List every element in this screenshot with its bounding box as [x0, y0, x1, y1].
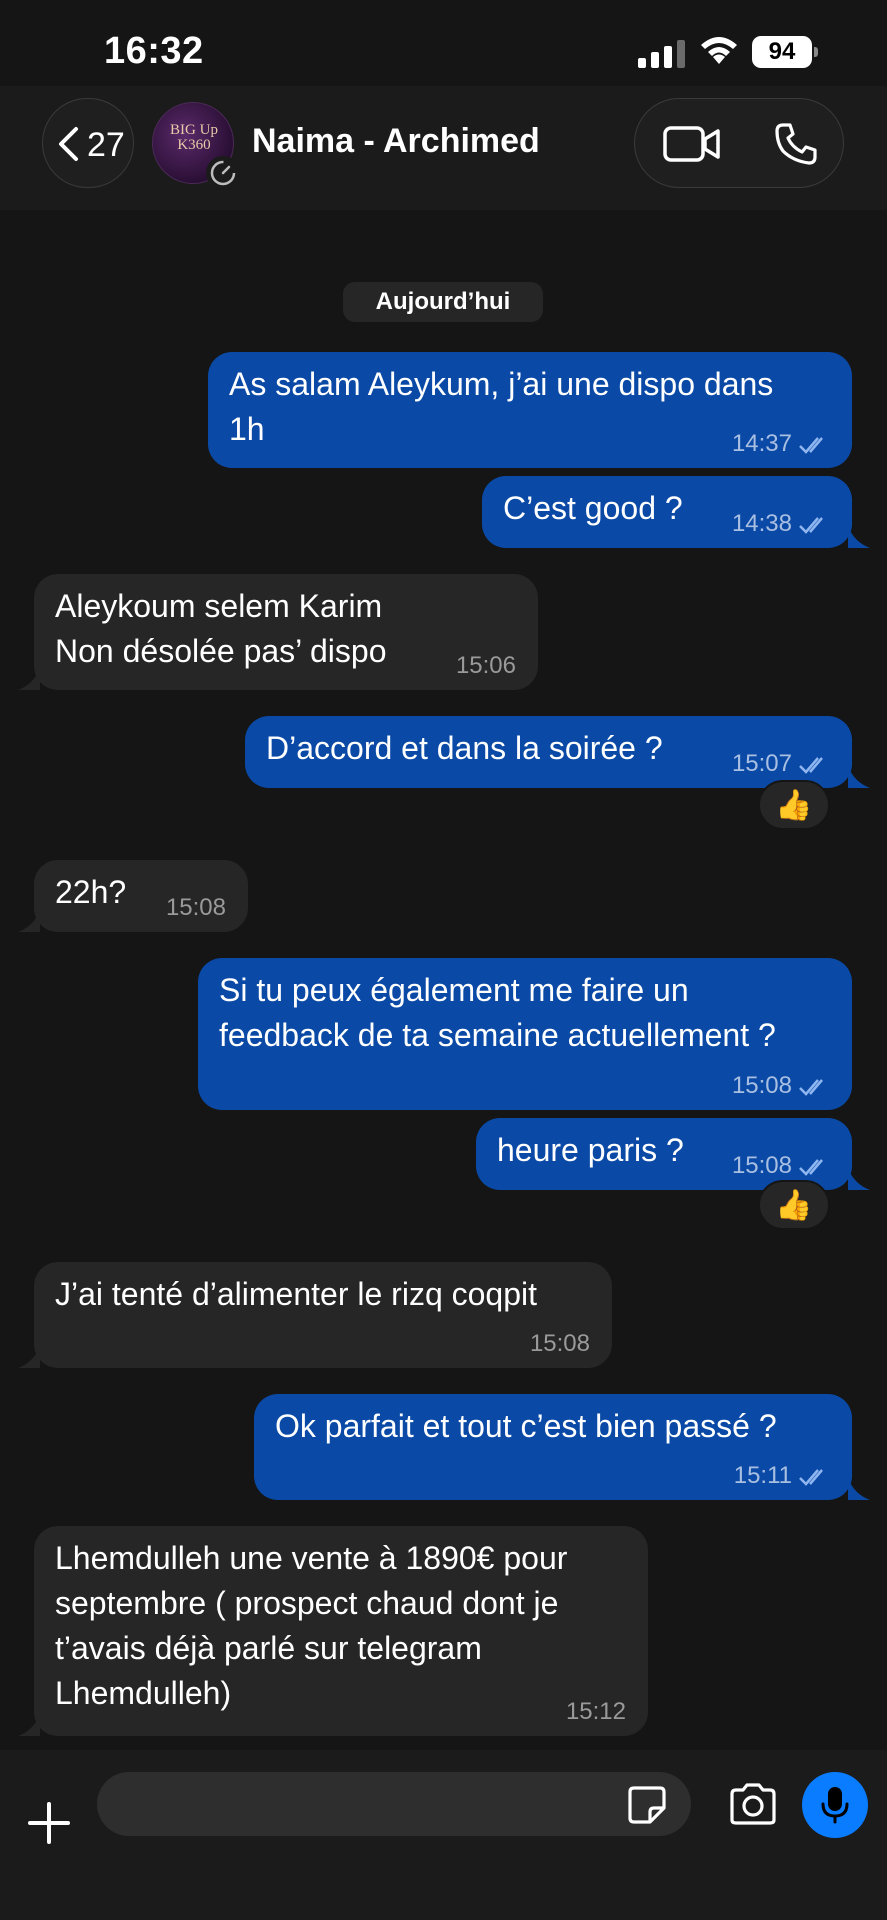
double-check-icon — [799, 436, 823, 454]
message-text: 22h? — [55, 874, 127, 910]
bubble-tail — [18, 910, 40, 932]
message-meta: 14:37 — [732, 430, 832, 458]
wifi-icon — [701, 37, 737, 64]
message-time: 15:08 — [165, 894, 226, 921]
bubble-tail — [18, 1714, 40, 1736]
message-text: J’ai tenté d’alimenter le rizq coqpit — [55, 1276, 538, 1312]
message-bubble-outgoing[interactable]: C’est good ? 14:38 — [482, 476, 852, 548]
composer-bar — [0, 1750, 887, 1920]
message-bubble-outgoing[interactable]: D’accord et dans la soirée ? 15:07 — [245, 716, 852, 788]
chat-header: 27 BIG Up K360 Naima - Archimed — [0, 86, 887, 210]
camera-icon[interactable] — [728, 1782, 778, 1826]
microphone-button[interactable] — [802, 1772, 868, 1838]
disappearing-timer-icon — [206, 156, 240, 190]
contact-name[interactable]: Naima - Archimed — [252, 122, 540, 161]
message-meta: 14:38 — [732, 510, 832, 538]
message-text: As salam Aleykum, j’ai une dispo dans 1h — [229, 366, 774, 447]
thumbs-up-reaction[interactable]: 👍 — [758, 1180, 830, 1230]
bubble-tail — [848, 1168, 870, 1190]
unread-count: 27 — [87, 126, 125, 164]
message-text: Aleykoum selem Karim Non désolée pas’ di… — [55, 588, 387, 669]
message-bubble-outgoing[interactable]: Si tu peux également me faire un feedbac… — [198, 958, 852, 1110]
message-bubble-incoming[interactable]: Aleykoum selem Karim Non désolée pas’ di… — [34, 574, 538, 690]
status-time: 16:32 — [104, 30, 204, 72]
message-time: 15:07 — [731, 750, 792, 777]
message-text: C’est good ? — [503, 490, 683, 526]
message-bubble-outgoing[interactable]: As salam Aleykum, j’ai une dispo dans 1h… — [208, 352, 852, 468]
message-text: Ok parfait et tout c’est bien passé ? — [275, 1408, 777, 1444]
message-time: 15:06 — [455, 652, 516, 679]
message-bubble-incoming[interactable]: J’ai tenté d’alimenter le rizq coqpit 15… — [34, 1262, 612, 1368]
message-meta: 15:08 — [732, 1072, 832, 1100]
bubble-tail — [848, 1478, 870, 1500]
message-bubble-incoming[interactable]: Lhemdulleh une vente à 1890€ pour septem… — [34, 1526, 648, 1736]
video-camera-icon[interactable] — [663, 126, 721, 162]
call-actions — [634, 98, 844, 188]
message-time: 15:08 — [731, 1152, 792, 1179]
message-text: D’accord et dans la soirée ? — [266, 730, 663, 766]
plus-icon[interactable] — [26, 1800, 72, 1846]
bubble-tail — [18, 668, 40, 690]
sticker-icon[interactable] — [626, 1784, 668, 1826]
message-meta: 15:08 — [732, 1152, 832, 1180]
message-bubble-outgoing[interactable]: Ok parfait et tout c’est bien passé ? 15… — [254, 1394, 852, 1500]
message-time: 15:12 — [565, 1698, 626, 1725]
double-check-icon — [799, 516, 823, 534]
chevron-left-icon — [59, 127, 78, 161]
avatar-logo-text: BIG Up K360 — [170, 122, 218, 153]
signal-icon — [638, 40, 685, 68]
bubble-tail — [848, 766, 870, 788]
message-time: 14:37 — [731, 430, 792, 457]
bubble-tail — [18, 1346, 40, 1368]
message-bubble-incoming[interactable]: 22h? 15:08 — [34, 860, 248, 932]
message-text: Si tu peux également me faire un feedbac… — [219, 972, 776, 1053]
date-separator: Aujourd’hui — [343, 282, 543, 322]
battery-indicator: 94 — [752, 36, 818, 68]
double-check-icon — [799, 756, 823, 774]
message-time: 15:08 — [731, 1072, 792, 1099]
back-button[interactable]: 27 — [42, 98, 134, 188]
message-input[interactable] — [97, 1772, 691, 1836]
message-time: 14:38 — [731, 510, 792, 537]
double-check-icon — [799, 1468, 823, 1486]
bubble-tail — [848, 526, 870, 548]
phone-icon[interactable] — [773, 121, 819, 167]
message-text: heure paris ? — [497, 1132, 684, 1168]
message-meta: 15:11 — [734, 1462, 832, 1490]
message-list[interactable]: Aujourd’hui As salam Aleykum, j’ai une d… — [0, 210, 887, 1750]
message-time: 15:08 — [529, 1330, 590, 1357]
double-check-icon — [799, 1158, 823, 1176]
message-meta: 15:07 — [732, 750, 832, 778]
message-text: Lhemdulleh une vente à 1890€ pour septem… — [55, 1540, 568, 1711]
status-bar: 16:32 94 — [0, 0, 887, 96]
battery-level: 94 — [768, 38, 796, 65]
thumbs-up-reaction[interactable]: 👍 — [758, 780, 830, 830]
double-check-icon — [799, 1078, 823, 1096]
message-time: 15:11 — [733, 1462, 792, 1489]
microphone-icon — [821, 1787, 849, 1824]
